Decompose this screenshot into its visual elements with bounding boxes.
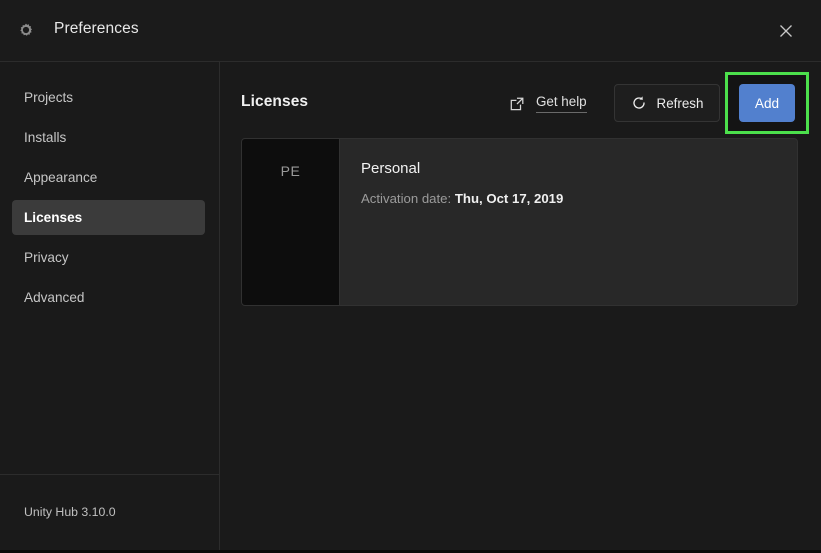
sidebar-item-appearance[interactable]: Appearance	[12, 160, 205, 195]
license-badge: PE	[242, 139, 340, 305]
sidebar-item-projects[interactable]: Projects	[12, 80, 205, 115]
activation-date-label: Activation date:	[361, 191, 452, 206]
main-header: Licenses Get help Refresh Add	[221, 62, 821, 140]
license-details: Personal Activation date: Thu, Oct 17, 2…	[340, 139, 797, 305]
gear-icon	[16, 21, 36, 41]
sidebar: Projects Installs Appearance Licenses Pr…	[0, 62, 220, 553]
activation-date-value: Thu, Oct 17, 2019	[454, 191, 564, 206]
sidebar-item-label: Installs	[24, 130, 67, 145]
sidebar-item-label: Privacy	[24, 250, 69, 265]
get-help-label: Get help	[536, 95, 587, 113]
sidebar-item-label: Licenses	[24, 210, 83, 225]
window-title: Preferences	[54, 20, 139, 37]
sidebar-nav: Projects Installs Appearance Licenses Pr…	[0, 80, 219, 320]
main-content: Licenses Get help Refresh Add PE Persona…	[221, 62, 821, 553]
preferences-window: Preferences Projects Installs Appearance…	[0, 0, 821, 553]
refresh-label: Refresh	[656, 95, 704, 111]
license-activation-date: Activation date: Thu, Oct 17, 2019	[361, 191, 797, 206]
sidebar-item-privacy[interactable]: Privacy	[12, 240, 205, 275]
close-icon[interactable]	[775, 20, 797, 42]
sidebar-item-advanced[interactable]: Advanced	[12, 280, 205, 315]
sidebar-item-installs[interactable]: Installs	[12, 120, 205, 155]
add-button[interactable]: Add	[739, 84, 795, 122]
sidebar-item-label: Advanced	[24, 290, 85, 305]
external-link-icon	[509, 96, 525, 112]
sidebar-item-label: Appearance	[24, 170, 98, 185]
get-help-link[interactable]: Get help	[509, 92, 587, 116]
page-title: Licenses	[241, 93, 309, 110]
titlebar: Preferences	[0, 0, 821, 62]
app-version-label: Unity Hub 3.10.0	[24, 505, 116, 519]
refresh-icon	[631, 95, 647, 111]
refresh-button[interactable]: Refresh	[614, 84, 720, 122]
sidebar-divider	[0, 474, 219, 475]
license-badge-label: PE	[280, 163, 301, 179]
license-name: Personal	[361, 160, 421, 177]
sidebar-item-label: Projects	[24, 90, 74, 105]
sidebar-item-licenses[interactable]: Licenses	[12, 200, 205, 235]
license-card[interactable]: PE Personal Activation date: Thu, Oct 17…	[241, 138, 798, 306]
